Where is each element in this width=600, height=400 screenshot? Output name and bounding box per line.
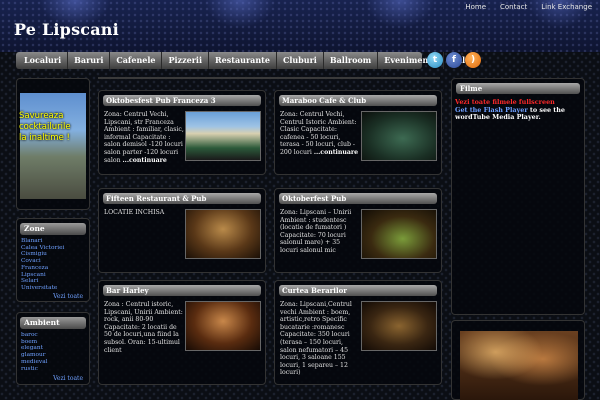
venue-card-title[interactable]: Oktobesfest Pub Franceza 3	[103, 95, 261, 106]
venue-card: Maraboo Cafe & Club Zona: Centrul Vechi,…	[274, 90, 442, 175]
venue-card: Oktobesfest Pub Franceza 3 Zona: Centrul…	[98, 90, 266, 175]
ambient-heading: Ambient	[20, 317, 86, 329]
ambient-item[interactable]: baroc	[21, 332, 48, 339]
venue-card-thumbnail[interactable]	[185, 111, 261, 161]
venue-card-thumbnail[interactable]	[185, 301, 261, 351]
films-heading: Filme	[456, 83, 580, 94]
venue-card-description: Zona: Lipscani,Centrul vechi Ambient : b…	[280, 301, 352, 377]
site-title[interactable]: Pe Lipscani	[14, 20, 119, 39]
venue-card: Curtea Berarilor Zona: Lipscani,Centrul …	[274, 280, 442, 385]
films-text: Vezi toate filmele fullscreen Get the Fl…	[455, 98, 583, 122]
films-box: Filme Vezi toate filmele fullscreen Get …	[451, 78, 585, 315]
main-nav: Localuri Baruri Cafenele Pizzerii Restau…	[16, 52, 481, 69]
ambient-see-all-link[interactable]: Vezi toate	[53, 375, 83, 382]
continue-link[interactable]: ...continuare	[314, 149, 358, 156]
venue-card-thumbnail[interactable]	[361, 111, 437, 161]
rss-icon[interactable]: )	[465, 52, 481, 68]
nav-item-localuri[interactable]: Localuri	[18, 52, 69, 69]
zone-see-all-link[interactable]: Vezi toate	[53, 293, 83, 300]
top-links: Home Contact Link Exchange	[465, 3, 592, 11]
facebook-icon[interactable]: f	[446, 52, 462, 68]
venue-card-title[interactable]: Fifteen Restaurant & Pub	[103, 193, 261, 204]
zone-item[interactable]: Calea Victoriei	[21, 245, 64, 252]
zone-item[interactable]: Blanari	[21, 238, 64, 245]
bar-photo[interactable]	[460, 331, 578, 400]
zone-item[interactable]: Lipscani	[21, 272, 64, 279]
link-exchange-link[interactable]: Link Exchange	[541, 3, 592, 11]
ad-banner-text: Savureaza cocktailurile la inaltime !	[19, 111, 71, 143]
ambient-item[interactable]: boem	[21, 339, 48, 346]
ad-box: Savureaza cocktailurile la inaltime !	[16, 78, 90, 210]
venue-card-title[interactable]: Oktoberfest Pub	[279, 193, 437, 204]
venue-card-description: LOCATIE INCHISA	[104, 209, 165, 216]
nav-item-ballroom[interactable]: Ballroom	[324, 52, 379, 69]
venue-card: Bar Harley Zona : Centrul istoric, Lipsc…	[98, 280, 266, 385]
zone-item[interactable]: Cismigiu	[21, 251, 64, 258]
nav-item-baruri[interactable]: Baruri	[68, 52, 111, 69]
venue-card-title[interactable]: Curtea Berarilor	[279, 285, 437, 296]
venue-card-text: Zona: Centrul Vechi, Lipscani, str Franc…	[104, 111, 184, 173]
venue-card-thumbnail[interactable]	[361, 301, 437, 351]
venue-card-title[interactable]: Maraboo Cafe & Club	[279, 95, 437, 106]
venue-card-description: Zona : Centrul istoric, Lipscani, Unirii…	[104, 301, 183, 354]
zone-heading: Zone	[20, 223, 86, 235]
ad-banner-image[interactable]	[20, 93, 86, 199]
venue-card-text: Zona : Centrul istoric, Lipscani, Unirii…	[104, 301, 184, 383]
zone-list: Blanari Calea Victoriei Cismigiu Covaci …	[21, 238, 64, 292]
venue-card-thumbnail[interactable]	[185, 209, 261, 259]
ambient-item[interactable]: glamour	[21, 352, 48, 359]
ambient-list: baroc boem elegant glamour medieval rust…	[21, 332, 48, 372]
zone-item[interactable]: Universitate	[21, 285, 64, 292]
contact-link[interactable]: Contact	[500, 3, 527, 11]
venue-card-title[interactable]: Bar Harley	[103, 285, 261, 296]
venue-card-text: LOCATIE INCHISA	[104, 209, 184, 271]
zone-box: Zone Blanari Calea Victoriei Cismigiu Co…	[16, 218, 90, 302]
content-divider	[98, 77, 440, 79]
ambient-item[interactable]: medieval	[21, 359, 48, 366]
venue-card-text: Zona: Centrul Vechi, Centrul Istoric Amb…	[280, 111, 360, 173]
nav-item-pizzerii[interactable]: Pizzerii	[162, 52, 210, 69]
home-link[interactable]: Home	[465, 3, 486, 11]
zone-item[interactable]: Selari	[21, 278, 64, 285]
nav-item-cafenele[interactable]: Cafenele	[110, 52, 163, 69]
continue-link[interactable]: ...continuare	[123, 157, 167, 164]
ambient-item[interactable]: elegant	[21, 345, 48, 352]
ambient-item[interactable]: rustic	[21, 366, 48, 373]
zone-item[interactable]: Covaci	[21, 258, 64, 265]
twitter-icon[interactable]: t	[427, 52, 443, 68]
venue-card: Fifteen Restaurant & Pub LOCATIE INCHISA	[98, 188, 266, 273]
venue-card: Oktoberfest Pub Zona: Lipscani – Unirii …	[274, 188, 442, 273]
venue-card-thumbnail[interactable]	[361, 209, 437, 259]
venue-card-description: Zona: Lipscani – Unirii Ambient : studen…	[280, 209, 352, 254]
photo-box	[451, 320, 585, 400]
nav-item-cluburi[interactable]: Cluburi	[277, 52, 324, 69]
venue-card-text: Zona: Lipscani – Unirii Ambient : studen…	[280, 209, 360, 271]
zone-item[interactable]: Franceza	[21, 265, 64, 272]
nav-item-restaurante[interactable]: Restaurante	[209, 52, 277, 69]
venue-card-text: Zona: Lipscani,Centrul vechi Ambient : b…	[280, 301, 360, 383]
ambient-box: Ambient baroc boem elegant glamour medie…	[16, 312, 90, 385]
